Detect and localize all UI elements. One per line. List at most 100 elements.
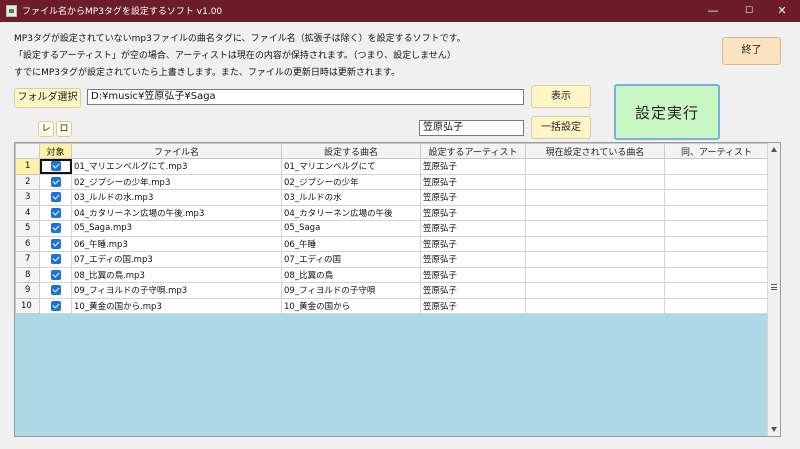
- filename-cell[interactable]: 06_午睡.mp3: [71, 235, 282, 252]
- uncheck-all-button[interactable]: ロ: [56, 121, 72, 137]
- column-header-target[interactable]: 対象: [39, 143, 72, 159]
- check-all-button[interactable]: レ: [38, 121, 54, 137]
- folder-path-field[interactable]: D:¥music¥笠原弘子¥Saga: [87, 89, 524, 105]
- current-title-cell[interactable]: [525, 189, 665, 206]
- current-title-cell[interactable]: [525, 158, 665, 175]
- set-title-cell[interactable]: 06_午睡: [281, 235, 421, 252]
- current-artist-cell[interactable]: [664, 158, 769, 175]
- row-header[interactable]: 10: [15, 297, 40, 314]
- filename-cell[interactable]: 07_エディの国.mp3: [71, 251, 282, 268]
- column-header-filename[interactable]: ファイル名: [71, 143, 282, 159]
- table-row[interactable]: 5 05_Saga.mp3 05_Saga 笠原弘子: [15, 220, 769, 237]
- target-checkbox-cell[interactable]: [39, 220, 72, 237]
- exit-button[interactable]: 終了: [722, 37, 781, 65]
- set-title-cell[interactable]: 03_ルルドの水: [281, 189, 421, 206]
- row-header[interactable]: 3: [15, 189, 40, 206]
- column-header-current-artist[interactable]: 同、アーティスト: [664, 143, 769, 159]
- current-title-cell[interactable]: [525, 266, 665, 283]
- target-checkbox-cell[interactable]: [39, 235, 72, 252]
- row-header[interactable]: 4: [15, 204, 40, 221]
- minimize-button[interactable]: —: [695, 0, 731, 22]
- target-checkbox-cell[interactable]: [39, 251, 72, 268]
- close-button[interactable]: ✕: [764, 0, 800, 22]
- current-title-cell[interactable]: [525, 282, 665, 299]
- set-artist-cell[interactable]: 笠原弘子: [420, 282, 526, 299]
- set-title-cell[interactable]: 07_エディの国: [281, 251, 421, 268]
- target-checkbox-cell[interactable]: [39, 204, 72, 221]
- filename-cell[interactable]: 02_ジプシーの少年.mp3: [71, 173, 282, 190]
- bulk-set-button[interactable]: 一括設定: [531, 116, 591, 139]
- current-artist-cell[interactable]: [664, 251, 769, 268]
- current-title-cell[interactable]: [525, 297, 665, 314]
- table-row[interactable]: 4 04_カタリーネン広場の午後.mp3 04_カタリーネン広場の午後 笠原弘子: [15, 204, 769, 221]
- current-artist-cell[interactable]: [664, 266, 769, 283]
- table-row[interactable]: 7 07_エディの国.mp3 07_エディの国 笠原弘子: [15, 251, 769, 268]
- row-header[interactable]: 6: [15, 235, 40, 252]
- filename-cell[interactable]: 04_カタリーネン広場の午後.mp3: [71, 204, 282, 221]
- set-artist-cell[interactable]: 笠原弘子: [420, 266, 526, 283]
- checkbox-checked-icon[interactable]: [50, 207, 61, 218]
- run-settings-button[interactable]: 設定実行: [614, 84, 720, 140]
- current-title-cell[interactable]: [525, 235, 665, 252]
- row-header[interactable]: 2: [15, 173, 40, 190]
- filename-cell[interactable]: 08_比翼の鳥.mp3: [71, 266, 282, 283]
- scroll-grip-icon[interactable]: [771, 284, 777, 290]
- checkbox-checked-icon[interactable]: [50, 223, 61, 233]
- show-button[interactable]: 表示: [531, 85, 591, 108]
- table-row[interactable]: 6 06_午睡.mp3 06_午睡 笠原弘子: [15, 235, 769, 252]
- table-row[interactable]: 1 01_マリエンベルグにて.mp3 01_マリエンベルグにて 笠原弘子: [15, 158, 769, 175]
- vertical-scrollbar[interactable]: [767, 143, 780, 436]
- table-row[interactable]: 2 02_ジプシーの少年.mp3 02_ジプシーの少年 笠原弘子: [15, 173, 769, 190]
- filename-cell[interactable]: 01_マリエンベルグにて.mp3: [71, 158, 282, 175]
- folder-select-button[interactable]: フォルダ選択: [14, 88, 81, 108]
- current-title-cell[interactable]: [525, 173, 665, 190]
- set-title-cell[interactable]: 04_カタリーネン広場の午後: [281, 204, 421, 221]
- set-artist-cell[interactable]: 笠原弘子: [420, 173, 526, 190]
- current-artist-cell[interactable]: [664, 189, 769, 206]
- table-row[interactable]: 9 09_フィヨルドの子守唄.mp3 09_フィヨルドの子守唄 笠原弘子: [15, 282, 769, 299]
- artist-field[interactable]: 笠原弘子: [419, 120, 524, 136]
- checkbox-checked-icon[interactable]: [50, 285, 61, 295]
- target-checkbox-cell[interactable]: [39, 282, 72, 299]
- filename-cell[interactable]: 09_フィヨルドの子守唄.mp3: [71, 282, 282, 299]
- column-header-set-artist[interactable]: 設定するアーティスト: [420, 143, 526, 159]
- checkbox-checked-icon[interactable]: [50, 238, 61, 249]
- set-artist-cell[interactable]: 笠原弘子: [420, 297, 526, 314]
- set-artist-cell[interactable]: 笠原弘子: [420, 189, 526, 206]
- set-title-cell[interactable]: 02_ジプシーの少年: [281, 173, 421, 190]
- set-title-cell[interactable]: 10_黄金の国から: [281, 297, 421, 314]
- row-header[interactable]: 7: [15, 251, 40, 268]
- set-title-cell[interactable]: 09_フィヨルドの子守唄: [281, 282, 421, 299]
- set-title-cell[interactable]: 05_Saga: [281, 220, 421, 237]
- column-header-set-title[interactable]: 設定する曲名: [281, 143, 421, 159]
- filename-cell[interactable]: 10_黄金の国から.mp3: [71, 297, 282, 314]
- corner-header[interactable]: [15, 143, 40, 159]
- current-artist-cell[interactable]: [664, 282, 769, 299]
- target-checkbox-cell[interactable]: [39, 297, 72, 314]
- filename-cell[interactable]: 05_Saga.mp3: [71, 220, 282, 237]
- current-artist-cell[interactable]: [664, 173, 769, 190]
- current-artist-cell[interactable]: [664, 220, 769, 237]
- row-header[interactable]: 8: [15, 266, 40, 283]
- maximize-button[interactable]: ☐: [731, 0, 767, 22]
- target-checkbox-cell[interactable]: [39, 173, 72, 190]
- checkbox-checked-icon[interactable]: [50, 161, 61, 171]
- scroll-up-icon[interactable]: [771, 147, 777, 152]
- set-artist-cell[interactable]: 笠原弘子: [420, 204, 526, 221]
- current-artist-cell[interactable]: [664, 235, 769, 252]
- filename-cell[interactable]: 03_ルルドの水.mp3: [71, 189, 282, 206]
- row-header[interactable]: 5: [15, 220, 40, 237]
- set-artist-cell[interactable]: 笠原弘子: [420, 220, 526, 237]
- current-title-cell[interactable]: [525, 204, 665, 221]
- row-header[interactable]: 9: [15, 282, 40, 299]
- row-header[interactable]: 1: [15, 158, 40, 175]
- set-artist-cell[interactable]: 笠原弘子: [420, 158, 526, 175]
- target-checkbox-cell[interactable]: [39, 158, 72, 175]
- checkbox-checked-icon[interactable]: [50, 269, 61, 280]
- current-artist-cell[interactable]: [664, 297, 769, 314]
- scroll-down-icon[interactable]: [771, 427, 777, 432]
- set-title-cell[interactable]: 01_マリエンベルグにて: [281, 158, 421, 175]
- current-title-cell[interactable]: [525, 220, 665, 237]
- set-artist-cell[interactable]: 笠原弘子: [420, 235, 526, 252]
- current-artist-cell[interactable]: [664, 204, 769, 221]
